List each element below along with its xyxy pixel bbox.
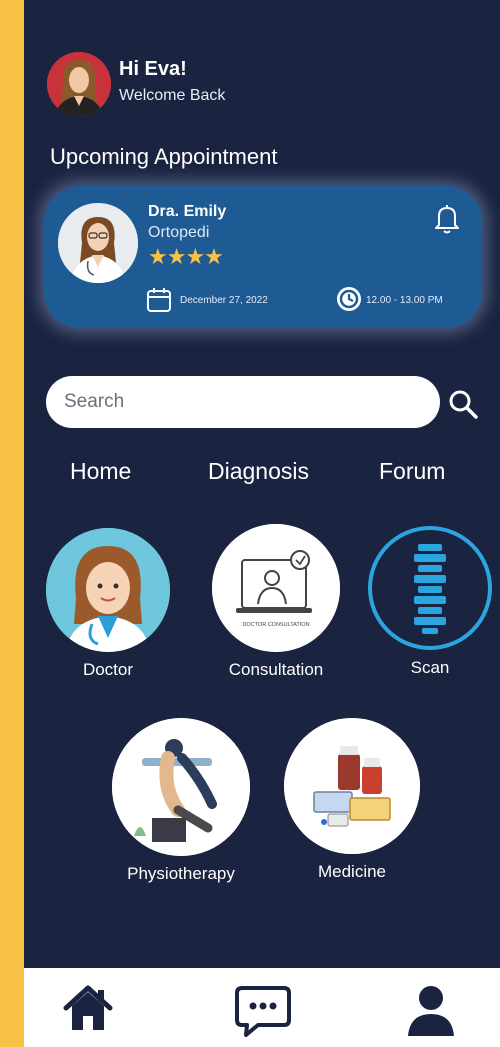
doctor-illustration bbox=[46, 528, 170, 652]
tab-forum[interactable]: Forum bbox=[379, 458, 445, 485]
clock-icon bbox=[336, 286, 362, 312]
section-title: Upcoming Appointment bbox=[50, 144, 278, 169]
consultation-illustration: DOCTOR CONSULTATION bbox=[212, 524, 340, 652]
tab-home[interactable]: Home bbox=[70, 458, 131, 485]
calendar-icon bbox=[146, 287, 172, 313]
tab-diagnosis[interactable]: Diagnosis bbox=[208, 458, 309, 485]
service-physiotherapy[interactable]: Physiotherapy bbox=[106, 718, 256, 884]
welcome-text: Welcome Back bbox=[119, 87, 226, 104]
service-scan-label: Scan bbox=[410, 658, 450, 677]
doctor-name: Dra. Emily bbox=[148, 203, 227, 220]
home-icon[interactable] bbox=[62, 982, 114, 1034]
consultation-caption: DOCTOR CONSULTATION bbox=[242, 622, 309, 628]
service-medicine-label: Medicine bbox=[317, 862, 387, 881]
service-consultation[interactable]: DOCTOR CONSULTATION Consultation bbox=[202, 524, 350, 680]
appointment-time: 12.00 - 13.00 PM bbox=[366, 295, 443, 306]
user-avatar[interactable] bbox=[47, 52, 111, 116]
accent-stripe bbox=[0, 0, 24, 1047]
doctor-avatar bbox=[58, 203, 138, 283]
appointment-card[interactable]: Dra. Emily Ortopedi ★★★★ December 27, 20… bbox=[44, 186, 482, 328]
appointment-date: December 27, 2022 bbox=[180, 295, 268, 306]
bottom-navigation bbox=[24, 968, 500, 1047]
chat-icon[interactable] bbox=[234, 984, 292, 1038]
service-physiotherapy-label: Physiotherapy bbox=[127, 864, 235, 883]
physiotherapy-illustration bbox=[112, 718, 250, 856]
profile-icon[interactable] bbox=[406, 984, 456, 1038]
medicine-illustration bbox=[284, 718, 420, 854]
service-doctor[interactable]: Doctor bbox=[44, 528, 172, 680]
app-screen: Hi Eva! Welcome Back Upcoming Appointmen… bbox=[24, 0, 500, 968]
service-consultation-label: Consultation bbox=[228, 660, 324, 679]
rating-stars: ★★★★ bbox=[148, 244, 224, 269]
service-scan[interactable]: Scan bbox=[362, 526, 498, 678]
search-input[interactable] bbox=[46, 376, 440, 428]
service-doctor-label: Doctor bbox=[82, 660, 134, 679]
doctor-specialty: Ortopedi bbox=[148, 224, 210, 241]
search-icon[interactable] bbox=[447, 388, 479, 420]
service-medicine[interactable]: Medicine bbox=[282, 718, 422, 882]
scan-illustration bbox=[368, 526, 492, 650]
bell-icon[interactable] bbox=[433, 203, 461, 235]
user-greeting: Hi Eva! bbox=[119, 58, 187, 80]
